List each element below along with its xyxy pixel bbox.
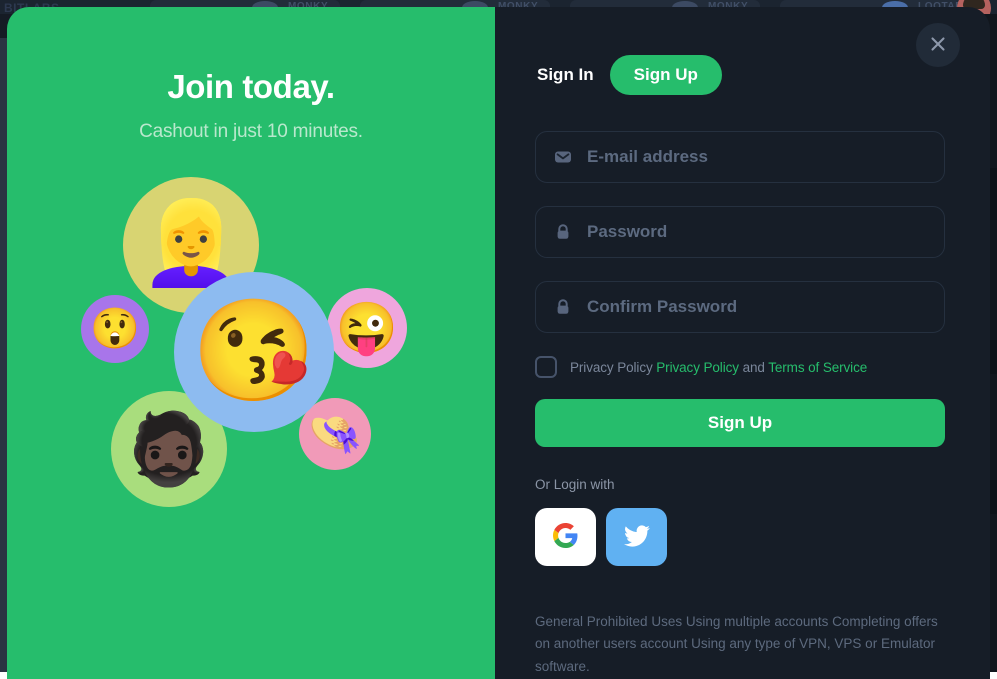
consent-conjunction: and [743, 360, 765, 375]
close-icon [928, 34, 948, 57]
consent-row: Privacy Policy Privacy Policy and Terms … [535, 356, 945, 378]
twitter-login-button[interactable] [606, 508, 667, 566]
prohibited-uses-disclaimer: General Prohibited Uses Using multiple a… [535, 611, 945, 678]
avatar-wink-tongue-girl: 😜 [327, 288, 407, 368]
terms-of-service-link[interactable]: Terms of Service [768, 360, 867, 375]
consent-checkbox[interactable] [535, 356, 557, 378]
password-input[interactable] [536, 207, 944, 257]
avatar-face-emoji: 😘 [192, 301, 317, 401]
avatar-kiss-heart-girl: 😘 [174, 272, 334, 432]
password-field[interactable] [535, 206, 945, 258]
avatar-face-emoji: 👱‍♀️ [140, 203, 242, 285]
auth-tabs: Sign In Sign Up [535, 55, 945, 95]
background-left-rail [0, 38, 7, 672]
email-input[interactable] [536, 132, 944, 182]
lock-icon [554, 298, 572, 316]
avatar-face-emoji: 👒 [308, 412, 363, 456]
consent-prefix: Privacy Policy [570, 360, 653, 375]
tab-sign-in[interactable]: Sign In [535, 61, 596, 89]
tab-sign-up[interactable]: Sign Up [610, 55, 722, 95]
avatar-cluster: 👱‍♀️ 😲 🧔🏿 😜 👒 😘 [71, 175, 431, 515]
confirm-password-input[interactable] [536, 282, 944, 332]
sign-up-submit-button[interactable]: Sign Up [535, 399, 945, 447]
google-login-button[interactable] [535, 508, 596, 566]
avatar-face-emoji: 😲 [90, 309, 140, 349]
social-login-label: Or Login with [535, 477, 945, 492]
avatar-glasses-man: 😲 [81, 295, 149, 363]
promo-title: Join today. [7, 69, 495, 105]
confirm-password-field[interactable] [535, 281, 945, 333]
email-field[interactable] [535, 131, 945, 183]
avatar-face-emoji: 😜 [336, 303, 398, 353]
lock-icon [554, 223, 572, 241]
twitter-icon [624, 523, 650, 552]
signup-form-panel: Sign In Sign Up [495, 7, 990, 679]
consent-text: Privacy Policy Privacy Policy and Terms … [570, 360, 867, 375]
close-button[interactable] [916, 23, 960, 67]
avatar-face-emoji: 🧔🏿 [125, 414, 212, 484]
google-icon [553, 523, 578, 551]
privacy-policy-link[interactable]: Privacy Policy [656, 360, 739, 375]
promo-panel: Join today. Cashout in just 10 minutes. … [7, 7, 495, 679]
social-login-buttons [535, 508, 945, 566]
signup-modal: Join today. Cashout in just 10 minutes. … [7, 7, 990, 679]
envelope-icon [554, 148, 572, 166]
promo-subtitle: Cashout in just 10 minutes. [7, 121, 495, 143]
